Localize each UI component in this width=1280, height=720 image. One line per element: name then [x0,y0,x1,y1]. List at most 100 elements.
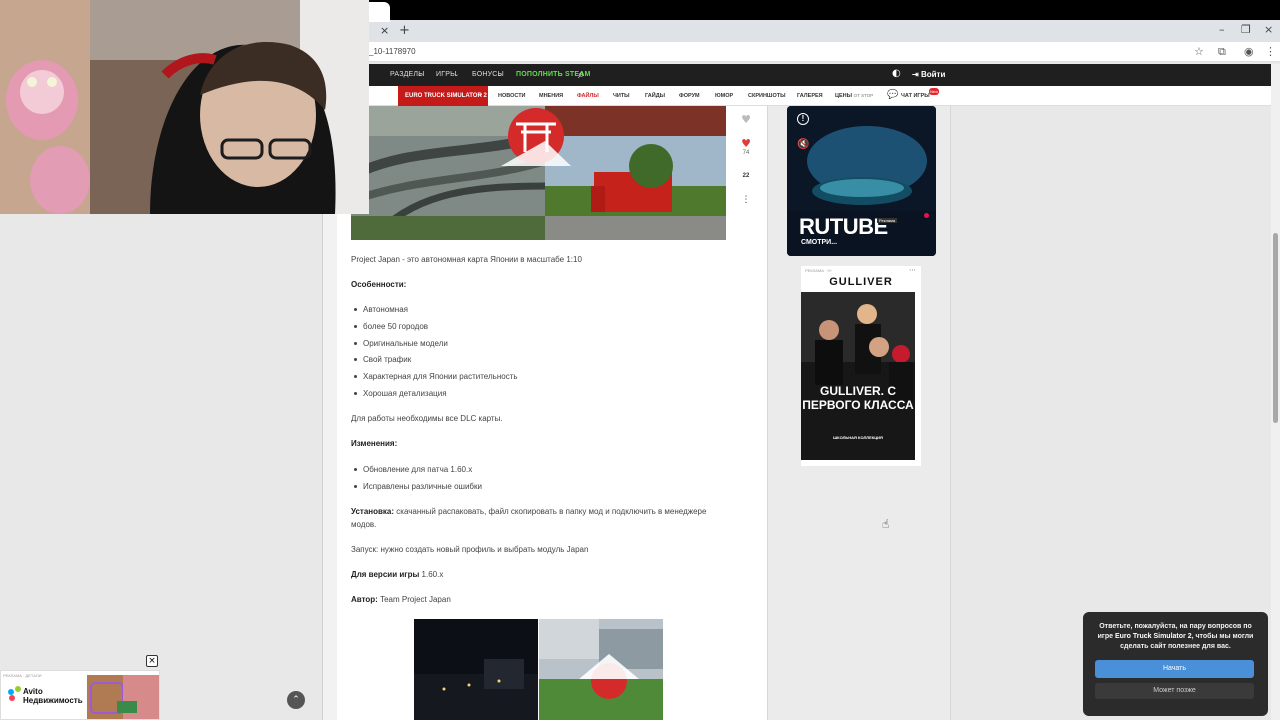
close-ad-button[interactable]: × [146,655,158,667]
gulliver-brand: GULLIVER [829,276,893,288]
chevron-down-icon: ⌄ [454,72,460,78]
more-options-icon[interactable]: ⋯ [909,266,916,274]
list-item: Автономная [363,305,408,314]
list-item: Обновление для патча 1.60.x [363,465,473,474]
tab-opinions[interactable]: МНЕНИЯ [539,93,563,99]
scrollbar-thumb[interactable] [1273,233,1278,423]
list-item: Исправлены различные ошибки [363,482,482,491]
tab-close-button[interactable]: × [380,24,389,37]
login-icon: ⇥ [912,70,921,79]
rutube-cta[interactable]: СМОТРИ... [801,239,837,246]
bullet [354,468,357,471]
avito-brand: Avito Недвижимость [23,687,83,705]
webcam-overlay [0,0,369,214]
install-text: скачанный распаковать, файл скопировать … [394,507,707,516]
ad-label: РЕКЛАМА · 0+ [805,268,833,273]
list-item: Характерная для Японии растительность [363,372,518,381]
install-instructions: Установка: скачанный распаковать, файл с… [351,507,721,516]
tab-cheats[interactable]: ЧИТЫ [613,93,630,99]
gulliver-sub: ШКОЛЬНАЯ КОЛЛЕКЦИЯ [833,435,883,440]
list-item: Свой трафик [363,355,412,364]
profile-icon[interactable]: ◉ [1244,45,1254,58]
version-label: Для версии игры [351,570,420,579]
install-label: Установка: [351,507,395,516]
highway-screenshot[interactable] [539,619,663,720]
like-icon[interactable]: ♥ [735,113,757,126]
tab-prices-suffix: ОТ STOP [853,93,874,98]
tab-prices[interactable]: ЦЕНЫ ОТ STOP [835,93,873,99]
maximize-button[interactable]: ❐ [1241,23,1251,36]
list-item: Хорошая детализация [363,389,447,398]
tab-news[interactable]: НОВОСТИ [498,93,526,99]
bullet [354,342,357,345]
mute-icon[interactable]: 🔇 [797,139,809,150]
features-heading: Особенности: [351,280,407,289]
version-value: 1.60.x [419,570,444,579]
dlc-note: Для работы необходимы все DLC карты. [351,414,503,423]
ad-label: Реклама [877,218,898,223]
game-version: Для версии игры 1.60.x [351,570,443,579]
avito-logo-icon [15,686,21,692]
game-chat-link[interactable]: ЧАТ ИГРЫ [901,93,930,99]
star-icon[interactable]: ☆ [1194,45,1204,58]
bullet [354,358,357,361]
search-icon[interactable]: ⌕ [578,67,585,82]
tab-screenshots[interactable]: СКРИНШОТЫ [748,93,785,99]
chevron-down-icon: ⌄ [477,89,484,98]
rutube-ad[interactable]: ! 🔇 RUTUBE Реклама СМОТРИ... [787,106,936,256]
info-icon[interactable]: ! [797,113,809,125]
more-options-icon[interactable]: ⋮ [735,195,757,205]
avito-logo-icon [9,695,15,701]
author-label: Автор: [351,595,378,604]
bullet [354,375,357,378]
bullet [354,392,357,395]
close-window-button[interactable]: × [1264,23,1273,36]
chevron-down-icon: ⌄ [497,72,503,78]
avito-ad[interactable]: РЕКЛАМА · ДЕТАЛИ Avito Недвижимость [0,670,160,720]
menu-icon[interactable]: ⋮ [1265,45,1276,58]
survey-text: Ответьте, пожалуйста, на пару вопросов п… [1093,622,1258,652]
mod-screenshot-collage[interactable] [351,106,726,240]
tab-guides[interactable]: ГАЙДЫ [645,93,665,99]
bullet [354,325,357,328]
theme-toggle-icon[interactable]: ◐ [892,68,901,79]
night-screenshot[interactable] [414,619,538,720]
comments-count[interactable]: 22 [735,173,757,179]
survey-later-button[interactable]: Может позже [1095,683,1254,699]
like-count: 74 [742,150,750,156]
mouse-cursor-icon: ☝ [882,517,890,531]
new-tab-button[interactable]: + [399,23,410,38]
list-item: Оригинальные модели [363,339,448,348]
chat-icon[interactable]: 💬 [887,90,898,100]
article-intro: Project Japan - это автономная карта Япо… [351,255,582,264]
chevron-down-icon: ⌄ [417,72,423,78]
install-instructions-cont: модов. [351,520,377,529]
minimize-button[interactable]: – [1219,23,1225,36]
tab-gallery[interactable]: ГАЛЕРЕЯ [797,93,823,99]
gulliver-ad[interactable]: РЕКЛАМА · 0+ ⋯ GULLIVER GULLIVER. С ПЕРВ… [801,266,921,466]
tab-humor[interactable]: ЮМОР [715,93,733,99]
tab-files[interactable]: ФАЙЛЫ [577,93,599,99]
survey-game-name: Euro Truck Simulator 2 [1114,633,1192,640]
extensions-icon[interactable]: ⧉ [1218,45,1226,59]
launch-instructions: Запуск: нужно создать новый профиль и вы… [351,545,589,554]
url-text[interactable]: _10-1178970 [369,47,416,56]
bullet [354,308,357,311]
changes-heading: Изменения: [351,439,398,448]
survey-start-button[interactable]: Начать [1095,660,1254,678]
bullet [354,485,357,488]
rutube-logo: RUTUBE [799,214,888,239]
author: Автор: Team Project Japan [351,595,451,604]
ad-label: РЕКЛАМА · ДЕТАЛИ [3,673,42,678]
login-label: Войти [920,70,946,79]
login-button[interactable]: ⇥ Войти [912,70,945,79]
tab-forum[interactable]: ФОРУМ [679,93,700,99]
scroll-to-top-button[interactable]: ⌃ [287,691,305,709]
gulliver-headline: GULLIVER. С ПЕРВОГО КЛАССА [802,384,914,412]
rutube-dot [924,213,929,218]
list-item: более 50 городов [363,322,429,331]
heart-filled-icon[interactable]: ♥ [735,137,757,150]
chat-new-badge: New [929,88,939,95]
author-value: Team Project Japan [377,595,451,604]
game-selector-label: EURO TRUCK SIMULATOR 2 [405,93,487,99]
